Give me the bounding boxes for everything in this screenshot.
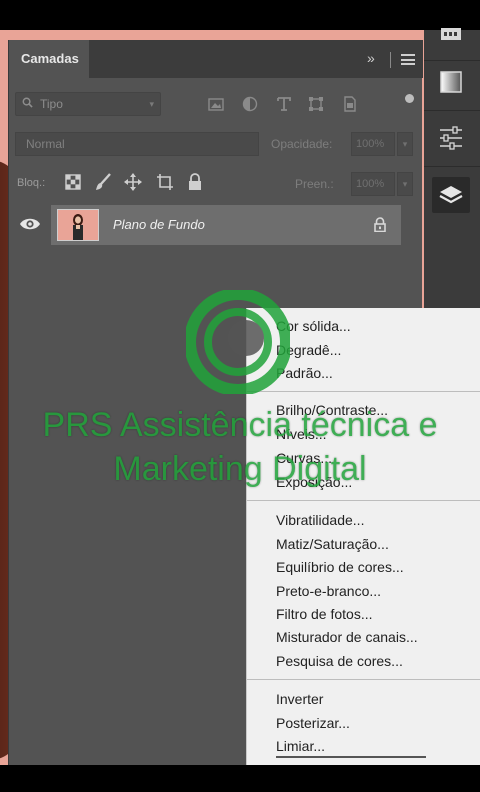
lock-artboard-icon[interactable] — [155, 172, 175, 192]
opacity-dropdown-icon[interactable]: ▾ — [397, 132, 413, 156]
layers-icon — [439, 186, 463, 204]
dock-divider — [424, 166, 480, 167]
tab-layers[interactable]: Camadas — [9, 40, 89, 78]
layer-thumbnail — [57, 209, 99, 241]
menu-item-misturador-de-canais[interactable]: Misturador de canais... — [276, 629, 418, 645]
menu-item-matiz-saturacao[interactable]: Matiz/Saturação... — [276, 536, 389, 552]
menu-item-preto-e-branco[interactable]: Preto-e-branco... — [276, 583, 381, 599]
menu-separator — [247, 679, 480, 680]
dock-divider — [424, 110, 480, 111]
menu-item-vibratilidade[interactable]: Vibratilidade... — [276, 512, 364, 528]
dock-divider — [424, 60, 480, 61]
filter-toggle[interactable] — [405, 94, 414, 103]
lock-transparent-pixels-icon[interactable] — [63, 172, 83, 192]
lock-icon[interactable] — [373, 217, 387, 232]
fill-dropdown-icon[interactable]: ▾ — [397, 172, 413, 196]
eye-icon[interactable] — [19, 216, 41, 232]
portrait-figure — [73, 214, 83, 240]
menu-item-limiar[interactable]: Limiar... — [276, 738, 325, 754]
screen: Camadas » Tipo ▾ Normal Opacidade: 100% … — [0, 0, 480, 792]
layers-button[interactable] — [432, 177, 470, 213]
menu-separator — [247, 500, 480, 501]
menu-item-filtro-de-fotos[interactable]: Filtro de fotos... — [276, 606, 372, 622]
menu-item-inverter[interactable]: Inverter — [276, 691, 323, 707]
panel-menu-icon[interactable] — [401, 54, 415, 65]
opacity-label: Opacidade: — [271, 137, 333, 151]
watermark-logo — [186, 290, 290, 394]
filter-smart-objects-icon[interactable] — [341, 95, 359, 113]
menu-item-clipped — [276, 756, 436, 762]
filter-type-layers-icon[interactable] — [275, 95, 293, 113]
adjustments-sliders-icon[interactable] — [432, 120, 470, 156]
layer-name[interactable]: Plano de Fundo — [113, 217, 205, 232]
chevron-down-icon: ▾ — [149, 99, 154, 109]
filter-adjustment-layers-icon[interactable] — [241, 95, 259, 113]
gradient-icon[interactable] — [432, 64, 470, 100]
menu-item-equilibrio-de-cores[interactable]: Equilíbrio de cores... — [276, 559, 404, 575]
blend-mode-select[interactable]: Normal — [15, 132, 259, 156]
watermark-text-line2: Marketing Digital — [113, 450, 367, 488]
lock-label: Bloq.: — [17, 177, 46, 189]
lock-all-icon[interactable] — [185, 172, 205, 192]
lock-position-icon[interactable] — [123, 172, 143, 192]
search-icon — [22, 97, 33, 108]
layer-filter-select[interactable]: Tipo ▾ — [15, 92, 161, 116]
lock-image-pixels-icon[interactable] — [93, 172, 113, 192]
filter-shape-layers-icon[interactable] — [307, 95, 325, 113]
fill-field[interactable]: 100% — [351, 172, 395, 196]
fill-label: Preen.: — [295, 177, 334, 191]
menu-item-pesquisa-de-cores[interactable]: Pesquisa de cores... — [276, 653, 403, 669]
swatches-icon[interactable] — [432, 18, 470, 54]
header-divider — [390, 52, 391, 68]
filter-pixel-layers-icon[interactable] — [207, 95, 225, 113]
collapse-panel-icon[interactable]: » — [367, 50, 375, 66]
opacity-field[interactable]: 100% — [351, 132, 395, 156]
layer-filter-label: Tipo — [40, 97, 63, 111]
layer-row[interactable]: Plano de Fundo — [51, 205, 401, 245]
watermark-text-line1: PRS Assistência técnica e — [42, 406, 438, 444]
panel-header: Camadas » — [9, 40, 423, 78]
menu-item-posterizar[interactable]: Posterizar... — [276, 715, 350, 731]
